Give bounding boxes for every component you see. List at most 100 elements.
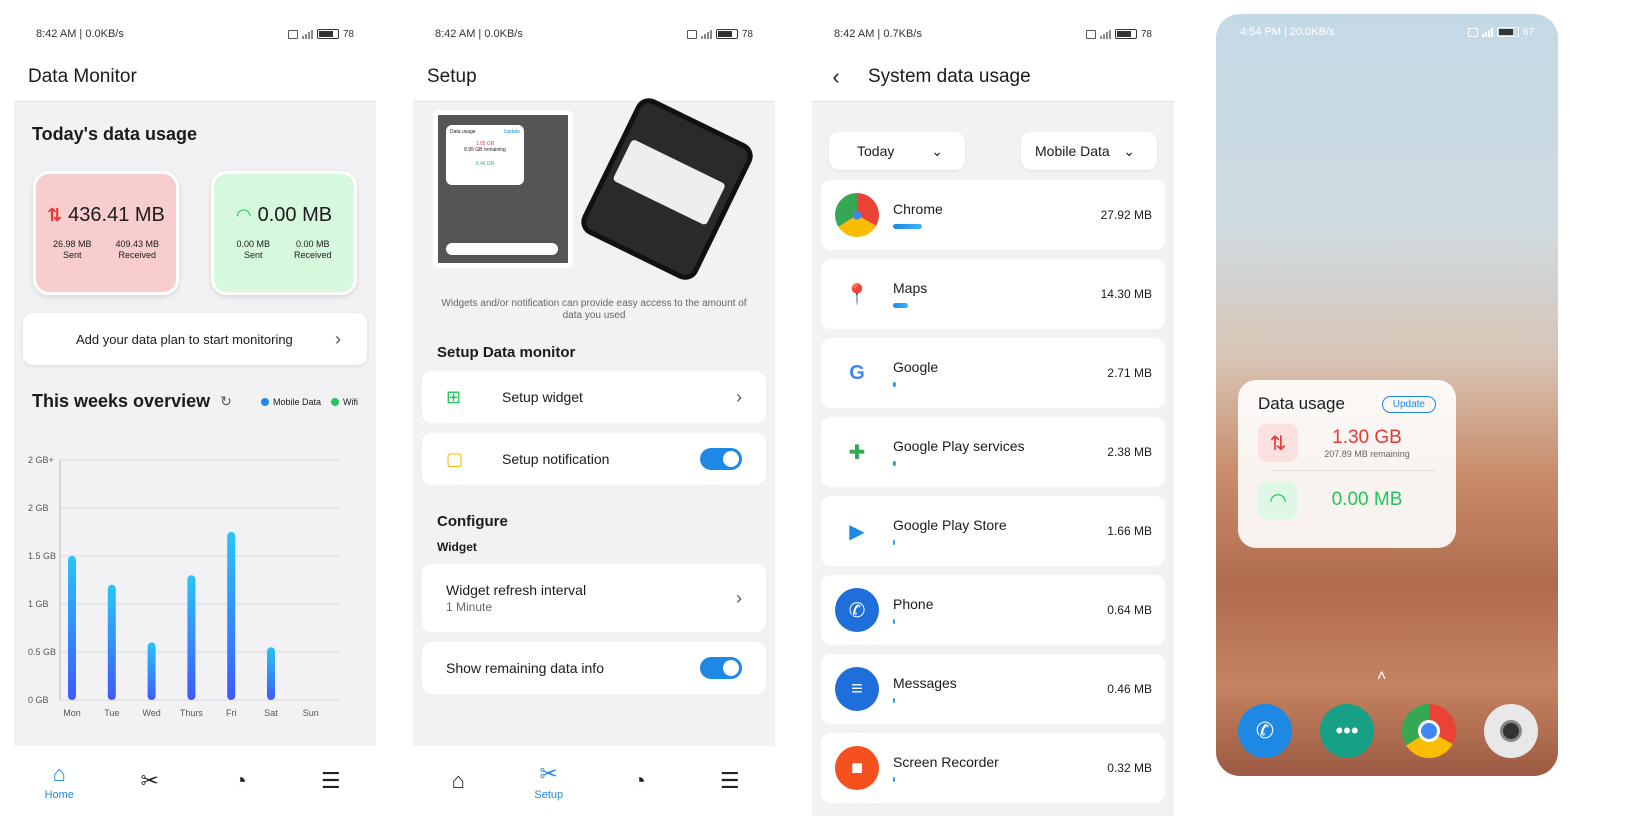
nav-home[interactable]: ⌂ Home (29, 761, 89, 801)
remaining-data-label: Show remaining data info (446, 660, 604, 676)
battery-icon (316, 29, 339, 39)
data-usage-widget[interactable]: Data usage Update ⇅ 1.30 GB 207.89 MB re… (1238, 380, 1456, 548)
nav-setup-label: Setup (534, 789, 564, 801)
app-drawer-caret-icon[interactable]: ˄ (1377, 668, 1386, 686)
app-name: Google Play services (893, 438, 1025, 454)
setup-preview-image: Data usage Update 1.05 GB 8.95 GB remaini… (413, 93, 775, 298)
refresh-icon[interactable]: ↻ (220, 393, 232, 410)
nav-setup[interactable]: ✂ Setup (519, 761, 579, 801)
app-usage-row[interactable]: G Google 2.71 MB (821, 338, 1165, 408)
notification-icon: ▢ (446, 448, 464, 469)
maps-icon: 📍 (835, 272, 879, 316)
chrome-icon: ● (835, 193, 879, 237)
app-usage-row[interactable]: ✚ Google Play services 2.38 MB (821, 417, 1165, 487)
app-usage-size: 2.71 MB (1107, 366, 1152, 380)
setup-data-monitor-heading: Setup Data monitor (437, 344, 576, 361)
play-services-icon: ✚ (835, 430, 879, 474)
bar-fri[interactable] (227, 532, 236, 700)
back-arrow-icon[interactable]: ‹ (826, 64, 846, 90)
x-tick-label: Sun (303, 708, 319, 718)
app-usage-row[interactable]: ≡ Messages 0.46 MB (821, 654, 1165, 724)
add-data-plan-button[interactable]: Add your data plan to start monitoring › (23, 313, 367, 365)
app-usage-size: 0.64 MB (1107, 603, 1152, 617)
app-usage-size: 27.92 MB (1100, 208, 1152, 222)
search-bar-preview (446, 243, 558, 255)
period-dropdown[interactable]: Today ⌄ (829, 132, 965, 170)
x-tick-label: Tue (104, 708, 119, 718)
status-time: 8:42 AM | 0.0KB/s (435, 28, 523, 40)
chevron-down-icon: ⌄ (1123, 142, 1135, 159)
setup-widget-row[interactable]: ⊞ Setup widget › (422, 371, 766, 423)
transfer-arrows-icon: ⇅ (47, 205, 63, 225)
setup-notification-row[interactable]: ▢ Setup notification (422, 433, 766, 485)
y-tick-label: 2 GB+ (28, 455, 54, 465)
x-tick-label: Thurs (180, 708, 204, 718)
x-tick-label: Wed (142, 708, 160, 718)
signal-icon (1481, 27, 1493, 37)
setup-notification-label: Setup notification (502, 451, 610, 467)
bar-sat[interactable] (267, 647, 275, 700)
widget-update-button[interactable]: Update (1381, 395, 1436, 413)
signal-icon (301, 29, 313, 39)
remaining-data-row[interactable]: Show remaining data info (422, 642, 766, 694)
sliders-icon: ☰ (320, 768, 341, 793)
app-usage-row[interactable]: ■ Screen Recorder 0.32 MB (821, 733, 1165, 803)
app-usage-size: 1.66 MB (1107, 524, 1152, 538)
status-bar: 8:42 AM | 0.0KB/s 78 (413, 16, 775, 52)
app-name: Chrome (893, 201, 943, 217)
refresh-interval-label: Widget refresh interval (446, 582, 587, 598)
app-usage-list: ● Chrome 27.92 MB 📍 Maps 14.30 MB G Google 2.71 … (812, 180, 1174, 803)
bar-tue[interactable] (107, 584, 116, 700)
wifi-total: 0.00 MB (257, 204, 333, 226)
chrome-app-icon[interactable] (1402, 704, 1456, 758)
nav-settings[interactable]: ☰ (700, 768, 760, 794)
bar-mon[interactable] (68, 556, 76, 700)
y-tick-label: 0 GB (28, 695, 49, 705)
system-data-usage-screen: 8:42 AM | 0.7KB/s 78 ‹ System data usage… (812, 16, 1174, 816)
app-usage-bar (893, 382, 896, 387)
wifi-icon: ◠ (235, 205, 252, 225)
notification-toggle[interactable] (700, 448, 742, 470)
nav-home[interactable]: ⌂ (428, 768, 488, 794)
remaining-data-toggle[interactable] (700, 657, 742, 679)
nav-home-label: Home (44, 789, 74, 801)
app-usage-bar (893, 224, 923, 229)
page-title: Data Monitor (14, 52, 376, 102)
bar-wed[interactable] (147, 642, 156, 700)
widget-subheading: Widget (437, 540, 477, 554)
nav-speed[interactable]: ◔ (609, 768, 669, 794)
network-dropdown[interactable]: Mobile Data ⌄ (1021, 132, 1157, 170)
nav-speed[interactable]: ◔ (210, 768, 270, 794)
nav-setup[interactable]: ✂ (120, 768, 180, 794)
camera-app-icon[interactable] (1484, 704, 1538, 758)
week-overview-title: This weeks overview (32, 391, 211, 411)
setup-caption: Widgets and/or notification can provide … (441, 298, 747, 321)
mobile-sent-label: Sent (62, 250, 82, 260)
battery-level: 67 (1522, 26, 1534, 38)
app-usage-bar (893, 698, 895, 703)
wifi-usage-card[interactable]: ◠ 0.00 MB 0.00 MB Sent 0.00 MB Received (211, 171, 357, 295)
nav-settings[interactable]: ☰ (301, 768, 361, 794)
battery-icon (1114, 29, 1137, 39)
bar-thurs[interactable] (187, 575, 196, 700)
phone-app-icon[interactable]: ✆ (1238, 704, 1292, 758)
battery-level: 78 (342, 28, 354, 40)
home-icon: ⌂ (451, 768, 465, 793)
y-tick-label: 1.5 GB (28, 551, 56, 561)
app-usage-row[interactable]: ✆ Phone 0.64 MB (821, 575, 1165, 645)
wifi-received-label: Received (294, 250, 332, 260)
mobile-usage-card[interactable]: ⇅ 436.41 MB 26.98 MB Sent 409.43 MB Receive… (33, 171, 179, 295)
app-usage-row[interactable]: ● Chrome 27.92 MB (821, 180, 1165, 250)
app-usage-row[interactable]: ▶ Google Play Store 1.66 MB (821, 496, 1165, 566)
refresh-interval-row[interactable]: Widget refresh interval 1 Minute › (422, 564, 766, 632)
tools-icon: ✂ (140, 768, 159, 793)
app-usage-bar (893, 540, 895, 545)
x-tick-label: Mon (63, 708, 81, 718)
y-tick-label: 1 GB (28, 599, 49, 609)
messages-icon: ≡ (835, 667, 879, 711)
app-usage-row[interactable]: 📍 Maps 14.30 MB (821, 259, 1165, 329)
messages-app-icon[interactable]: ••• (1320, 704, 1374, 758)
app-usage-size: 0.46 MB (1107, 682, 1152, 696)
mobile-received-value: 409.43 MB (115, 239, 160, 249)
wifi-sent-value: 0.00 MB (236, 239, 270, 249)
